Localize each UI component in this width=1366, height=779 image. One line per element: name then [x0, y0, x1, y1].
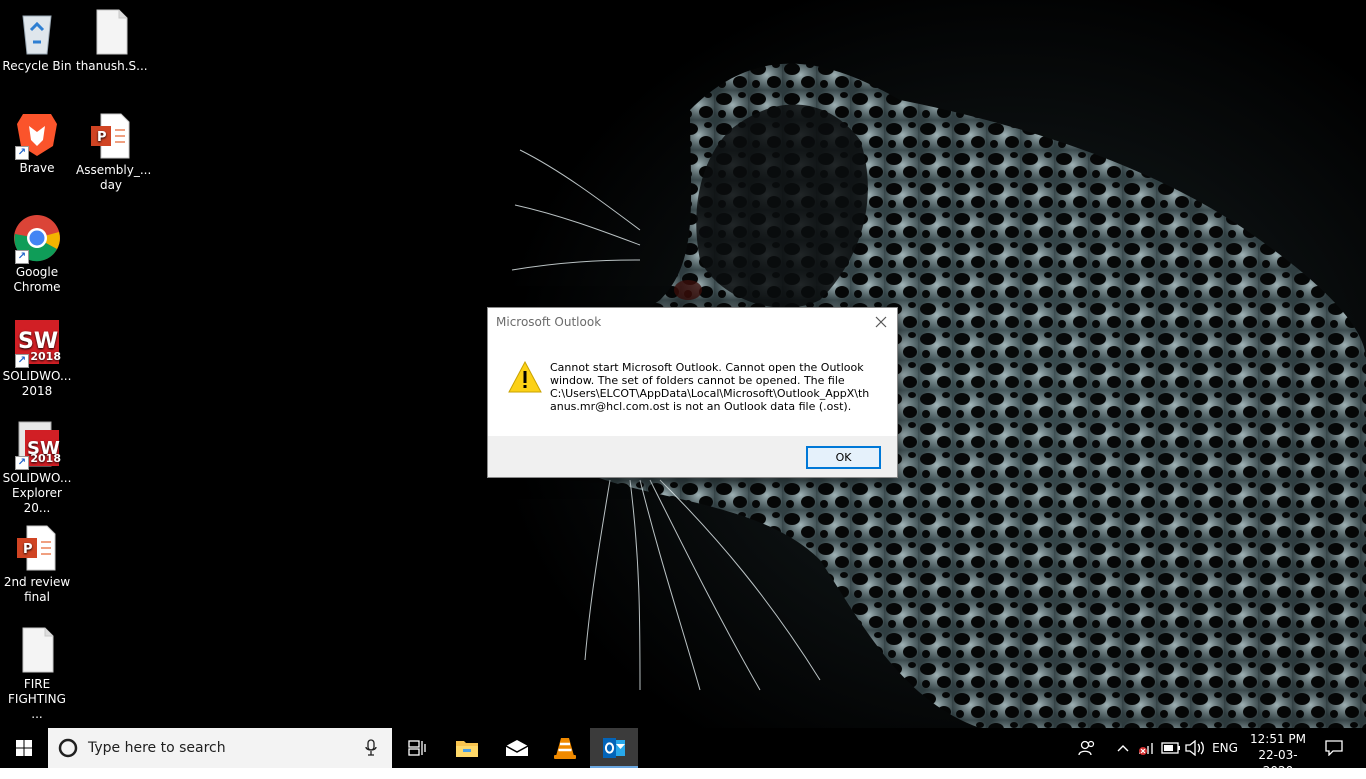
shortcut-arrow-icon: ↗: [15, 456, 29, 470]
solidworks-explorer-icon: SW 2018 ↗: [13, 420, 61, 470]
clock-date: 22-03-2020: [1258, 748, 1298, 778]
network-button[interactable]: [1136, 728, 1158, 768]
task-view-icon: [408, 740, 426, 756]
solidworks-badge: 2018: [30, 350, 61, 363]
file-explorer-button[interactable]: [444, 728, 490, 768]
taskbar-search-box[interactable]: Type here to search: [48, 728, 392, 768]
show-hidden-icons-button[interactable]: [1112, 728, 1134, 768]
microphone-icon[interactable]: [364, 739, 378, 757]
desktop-icon-recycle-bin[interactable]: Recycle Bin: [0, 8, 74, 74]
outlook-error-dialog[interactable]: Microsoft Outlook Cannot start Microsoft…: [487, 307, 898, 478]
shortcut-arrow-icon: ↗: [15, 354, 29, 368]
solidworks-icon: SW 2018 ↗: [13, 318, 61, 368]
desktop-icon-thanush-file[interactable]: thanush.S...: [74, 8, 148, 74]
desktop-icon-label: Assembly_... day: [76, 163, 152, 192]
close-icon: [875, 316, 887, 328]
ok-button[interactable]: OK: [806, 446, 881, 469]
desktop-icon-google-chrome[interactable]: ↗ Google Chrome: [0, 214, 74, 295]
blank-file-icon: [13, 626, 61, 674]
battery-icon: [1161, 742, 1180, 754]
desktop[interactable]: Recycle Bin thanush.S... ↗ Brave P Assem…: [0, 0, 1366, 728]
battery-button[interactable]: [1160, 728, 1182, 768]
network-disconnected-icon: [1139, 743, 1153, 755]
file-explorer-icon: [456, 741, 478, 757]
desktop-icon-label: SOLIDWO... Explorer 20...: [2, 471, 72, 515]
desktop-icon-fire-fighting[interactable]: FIRE FIGHTING ...: [0, 626, 74, 722]
svg-text:P: P: [23, 542, 33, 557]
volume-icon: [1185, 740, 1204, 756]
outlook-icon: [603, 738, 625, 758]
powerpoint-file-icon: P: [87, 112, 135, 160]
desktop-icon-label: Brave: [19, 161, 55, 175]
desktop-icon-2nd-review-final[interactable]: P 2nd review final: [0, 524, 74, 605]
powerpoint-file-icon: P: [13, 524, 61, 572]
vlc-button[interactable]: [542, 728, 588, 768]
blank-file-icon: [87, 8, 135, 56]
desktop-icon-solidworks-explorer[interactable]: SW 2018 ↗ SOLIDWO... Explorer 20...: [0, 420, 74, 516]
start-button[interactable]: [0, 728, 48, 768]
desktop-icon-label: Recycle Bin: [2, 59, 72, 73]
vlc-icon: [554, 738, 576, 759]
desktop-icon-assembly-day[interactable]: P Assembly_... day: [74, 112, 152, 193]
chrome-icon: ↗: [13, 214, 61, 264]
taskbar: Type here to search ENG 12:51 PM 22-03-2…: [0, 728, 1366, 778]
svg-text:P: P: [97, 130, 107, 145]
desktop-icon-label: thanush.S...: [76, 59, 148, 73]
cortana-icon: [58, 738, 78, 758]
volume-button[interactable]: [1184, 728, 1206, 768]
input-language-indicator[interactable]: ENG: [1208, 728, 1242, 768]
desktop-icon-brave[interactable]: ↗ Brave: [0, 110, 74, 176]
solidworks-badge: 2018: [30, 452, 61, 465]
recycle-bin-icon: [13, 8, 61, 56]
task-view-button[interactable]: [394, 728, 440, 768]
dialog-close-button[interactable]: [865, 308, 897, 336]
desktop-icon-label: SOLIDWO... 2018: [2, 369, 72, 398]
desktop-icon-label: Google Chrome: [13, 265, 61, 294]
clock-time: 12:51 PM: [1250, 732, 1306, 746]
people-button[interactable]: [1074, 728, 1100, 768]
desktop-icon-solidworks-2018[interactable]: SW 2018 ↗ SOLIDWO... 2018: [0, 318, 74, 399]
chevron-up-icon: [1117, 745, 1129, 752]
people-icon: [1078, 740, 1095, 756]
action-center-button[interactable]: [1316, 728, 1352, 768]
dialog-title: Microsoft Outlook: [496, 315, 602, 329]
brave-icon: ↗: [13, 110, 61, 160]
shortcut-arrow-icon: ↗: [15, 250, 29, 264]
mail-icon: [505, 740, 529, 756]
windows-icon: [16, 740, 32, 756]
dialog-message: Cannot start Microsoft Outlook. Cannot o…: [550, 361, 870, 413]
notification-icon: [1325, 740, 1343, 756]
search-placeholder: Type here to search: [88, 740, 226, 756]
mail-button[interactable]: [494, 728, 540, 768]
warning-icon: [508, 361, 542, 393]
clock[interactable]: 12:51 PM 22-03-2020: [1244, 731, 1312, 779]
dialog-footer: OK: [488, 436, 897, 477]
shortcut-arrow-icon: ↗: [15, 146, 29, 160]
desktop-icon-label: 2nd review final: [3, 575, 71, 604]
desktop-icon-label: FIRE FIGHTING ...: [8, 677, 66, 721]
outlook-button[interactable]: [590, 728, 638, 768]
